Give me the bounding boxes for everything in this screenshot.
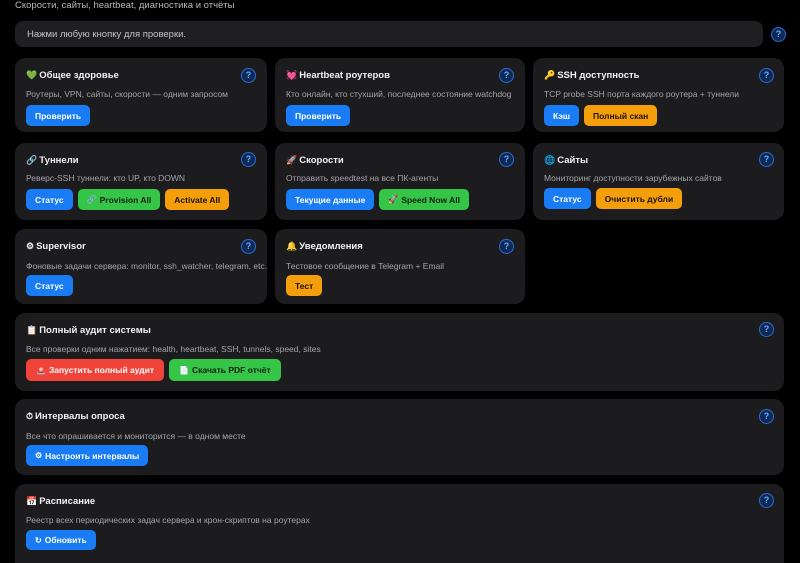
rocket-icon: 🚀: [388, 195, 399, 204]
card-title-text: Полный аудит системы: [39, 325, 151, 336]
card-description: Тестовое сообщение в Telegram + Email: [286, 261, 445, 271]
button-label: Provision All: [99, 194, 152, 205]
siren-icon: 🚨: [36, 365, 46, 375]
rocket-icon: 🚀: [286, 155, 298, 165]
provision-all-button[interactable]: 🔗 Provision All: [77, 189, 161, 210]
health-check-button[interactable]: Проверить: [26, 105, 91, 126]
tunnels-status-button[interactable]: Статус: [26, 189, 73, 210]
card-tunnels: 🔗 Туннели ? Реверс-SSH туннели: кто UP, к…: [15, 143, 267, 220]
card-title-text: Сайты: [557, 155, 589, 166]
speed-now-all-button[interactable]: 🚀 Speed Now All: [379, 189, 470, 210]
card-title: 💓 Heartbeat роутеров: [286, 70, 390, 81]
button-label: Speed Now All: [401, 194, 461, 205]
card-title-text: SSH доступность: [557, 70, 640, 81]
status-message: Нажми любую кнопку для проверки.: [15, 21, 763, 47]
card-health: 💚 Общее здоровье ? Роутеры, VPN, сайты, с…: [15, 58, 267, 132]
card-title: ⚙ Supervisor: [26, 241, 86, 252]
key-icon: 🔑: [544, 70, 556, 80]
card-intervals: ⏱ Интервалы опроса ? Все что опрашивается…: [15, 399, 784, 475]
refresh-button[interactable]: ↻ Обновить: [26, 530, 96, 550]
card-description: Реестр всех периодических задач сервера …: [26, 515, 310, 525]
card-description: Все что опрашивается и мониторится — в о…: [26, 431, 246, 441]
card-title: 🔔 Уведомления: [286, 241, 363, 252]
link-icon: 🔗: [86, 195, 97, 204]
card-title: 📅 Расписание: [26, 496, 95, 507]
card-sites: 🌐 Сайты ? Мониторинг доступности зарубежн…: [533, 143, 784, 220]
help-icon[interactable]: ?: [241, 68, 256, 83]
bell-icon: 🔔: [286, 241, 298, 251]
button-label: Обновить: [44, 535, 87, 545]
button-label: Запустить полный аудит: [48, 365, 155, 375]
help-icon[interactable]: ?: [759, 152, 774, 167]
test-notification-button[interactable]: Тест: [286, 275, 323, 296]
card-title: ⏱ Интервалы опроса: [26, 411, 125, 422]
card-title: 🚀 Скорости: [286, 155, 344, 166]
card-title-text: Уведомления: [299, 241, 363, 252]
card-heartbeat: 💓 Heartbeat роутеров ? Кто онлайн, кто ст…: [275, 58, 525, 132]
card-full-audit: 📋 Полный аудит системы ? Все проверки одн…: [15, 313, 784, 391]
card-title: 💚 Общее здоровье: [26, 70, 119, 81]
card-notifications: 🔔 Уведомления ? Тестовое сообщение в Tele…: [275, 229, 525, 304]
current-data-button[interactable]: Текущие данные: [286, 189, 375, 210]
card-description: Реверс-SSH туннели: кто UP, кто DOWN: [26, 173, 186, 183]
card-supervisor: ⚙ Supervisor ? Фоновые задачи сервера: mo…: [15, 229, 267, 304]
card-description: Фоновые задачи сервера: monitor, ssh_wat…: [26, 261, 268, 271]
button-label: Скачать PDF отчёт: [192, 365, 271, 375]
globe-icon: 🌐: [544, 155, 556, 165]
help-icon[interactable]: ?: [499, 152, 514, 167]
download-pdf-button[interactable]: 📄 Скачать PDF отчёт: [169, 359, 281, 381]
status-help-icon[interactable]: ?: [771, 27, 786, 42]
card-title-text: Расписание: [39, 496, 96, 507]
help-icon[interactable]: ?: [499, 239, 514, 254]
card-description: Роутеры, VPN, сайты, скорости — одним за…: [26, 89, 229, 99]
card-title: 🌐 Сайты: [544, 155, 588, 166]
link-icon: 🔗: [26, 155, 38, 165]
help-icon[interactable]: ?: [241, 152, 256, 167]
supervisor-status-button[interactable]: Статус: [26, 275, 73, 296]
sites-status-button[interactable]: Статус: [544, 188, 591, 209]
stopwatch-icon: ⏱: [26, 411, 34, 421]
gear-icon: ⚙: [26, 241, 35, 251]
run-full-audit-button[interactable]: 🚨 Запустить полный аудит: [26, 359, 165, 381]
card-title-text: Туннели: [39, 155, 79, 166]
clear-duplicates-button[interactable]: Очистить дубли: [595, 188, 683, 209]
heartbeat-check-button[interactable]: Проверить: [286, 105, 351, 126]
ssh-cache-button[interactable]: Кэш: [544, 105, 579, 126]
help-icon[interactable]: ?: [759, 409, 774, 424]
document-icon: 📄: [179, 365, 190, 375]
activate-all-button[interactable]: Activate All: [165, 189, 230, 210]
card-title-text: Интервалы опроса: [35, 411, 125, 422]
card-description: Кто онлайн, кто стухший, последнее состо…: [286, 89, 512, 99]
help-icon[interactable]: ?: [759, 322, 774, 337]
card-description: Все проверки одним нажатием: health, hea…: [26, 344, 321, 354]
card-description: Мониторинг доступности зарубежных сайтов: [544, 173, 722, 183]
card-schedule: 📅 Расписание ? Реестр всех периодических …: [15, 484, 784, 563]
ssh-full-scan-button[interactable]: Полный скан: [583, 105, 658, 126]
card-title-text: Скорости: [299, 155, 344, 166]
card-title: 🔑 SSH доступность: [544, 70, 640, 81]
card-speeds: 🚀 Скорости ? Отправить speedtest на все П…: [275, 143, 525, 220]
green-heart-icon: 💚: [26, 70, 38, 80]
help-icon[interactable]: ?: [759, 68, 774, 83]
card-description: TCP probe SSH порта каждого роутера + ту…: [544, 89, 739, 99]
status-text: Нажми любую кнопку для проверки.: [27, 29, 187, 40]
help-icon[interactable]: ?: [241, 239, 256, 254]
page-subtitle: Скорости, сайты, heartbeat, диагностика …: [15, 0, 235, 11]
calendar-icon: 📅: [26, 496, 38, 506]
card-title: 🔗 Туннели: [26, 155, 79, 166]
refresh-icon: ↻: [35, 535, 42, 545]
heartbeat-icon: 💓: [286, 70, 298, 80]
configure-intervals-button[interactable]: ⚙ Настроить интервалы: [26, 445, 149, 466]
card-title-text: Heartbeat роутеров: [299, 70, 390, 81]
help-icon[interactable]: ?: [759, 493, 774, 508]
help-icon[interactable]: ?: [499, 68, 514, 83]
card-title: 📋 Полный аудит системы: [26, 325, 151, 336]
card-ssh: 🔑 SSH доступность ? TCP probe SSH порта к…: [533, 58, 784, 132]
gear-icon: ⚙: [35, 451, 43, 460]
card-description: Отправить speedtest на все ПК-агенты: [286, 173, 439, 183]
button-label: Настроить интервалы: [45, 450, 140, 461]
clipboard-icon: 📋: [26, 325, 38, 335]
card-title-text: Общее здоровье: [39, 70, 119, 81]
card-title-text: Supervisor: [36, 241, 86, 252]
